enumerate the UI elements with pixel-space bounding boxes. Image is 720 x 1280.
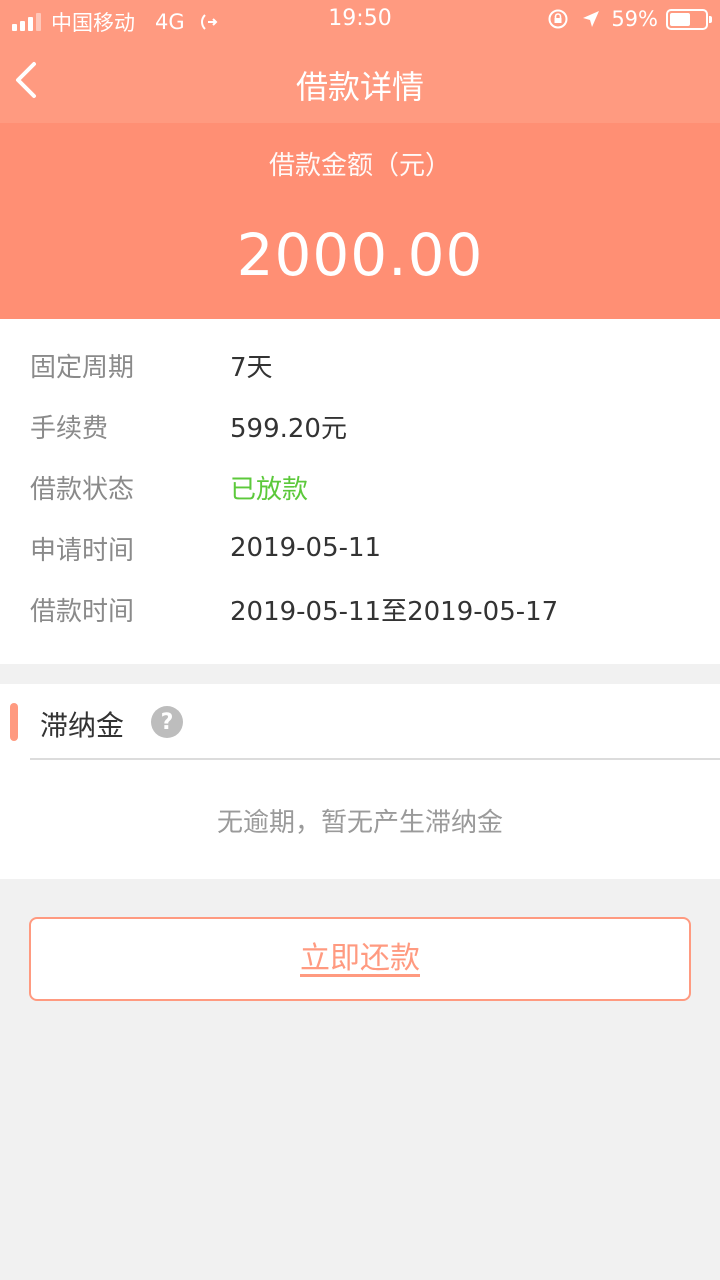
status-right: 59% <box>547 7 712 31</box>
battery-percent: 59% <box>611 7 658 31</box>
detail-label: 借款时间 <box>30 596 135 627</box>
detail-value: 2019-05-11至2019-05-17 <box>230 596 559 627</box>
late-fee-card: 滞纳金 ? 无逾期，暂无产生滞纳金 <box>0 684 720 879</box>
divider <box>30 758 720 760</box>
section-accent-bar <box>10 703 18 741</box>
detail-value: 2019-05-11 <box>230 533 382 563</box>
detail-label: 固定周期 <box>30 352 135 383</box>
detail-label: 借款状态 <box>30 474 135 505</box>
battery-level <box>670 12 691 26</box>
detail-row-fee: 手续费 599.20元 <box>30 406 347 446</box>
status-bar: 中国移动 4G 19:50 59% <box>0 0 720 40</box>
detail-label: 申请时间 <box>30 535 135 566</box>
loan-amount-panel: 借款金额（元） 2000.00 <box>0 123 720 319</box>
late-fee-empty-text: 无逾期，暂无产生滞纳金 <box>216 808 503 838</box>
detail-row-apply-date: 申请时间 2019-05-11 <box>30 528 381 568</box>
detail-value: 599.20元 <box>230 413 347 444</box>
nav-bar: 借款详情 <box>0 40 720 123</box>
status-value: 已放款 <box>230 474 309 505</box>
loan-amount-label: 借款金额（元） <box>268 151 451 181</box>
rotation-lock-icon <box>548 9 568 29</box>
late-fee-title: 滞纳金 <box>40 709 125 742</box>
repay-now-button[interactable]: 立即还款 <box>29 917 691 1001</box>
question-icon[interactable]: ? <box>151 706 183 738</box>
detail-row-status: 借款状态 已放款 <box>30 467 308 507</box>
loan-details: 固定周期 7天 手续费 599.20元 借款状态 已放款 申请时间 2019-0… <box>0 319 720 664</box>
detail-row-period: 固定周期 7天 <box>30 345 273 385</box>
page-title: 借款详情 <box>295 68 424 106</box>
loan-amount-value: 2000.00 <box>236 221 484 289</box>
detail-value: 7天 <box>230 352 273 383</box>
location-arrow-icon <box>583 11 600 27</box>
repay-now-label: 立即还款 <box>300 941 420 976</box>
detail-label: 手续费 <box>30 413 109 444</box>
detail-row-loan-period: 借款时间 2019-05-11至2019-05-17 <box>30 589 558 629</box>
battery-icon <box>666 8 712 30</box>
